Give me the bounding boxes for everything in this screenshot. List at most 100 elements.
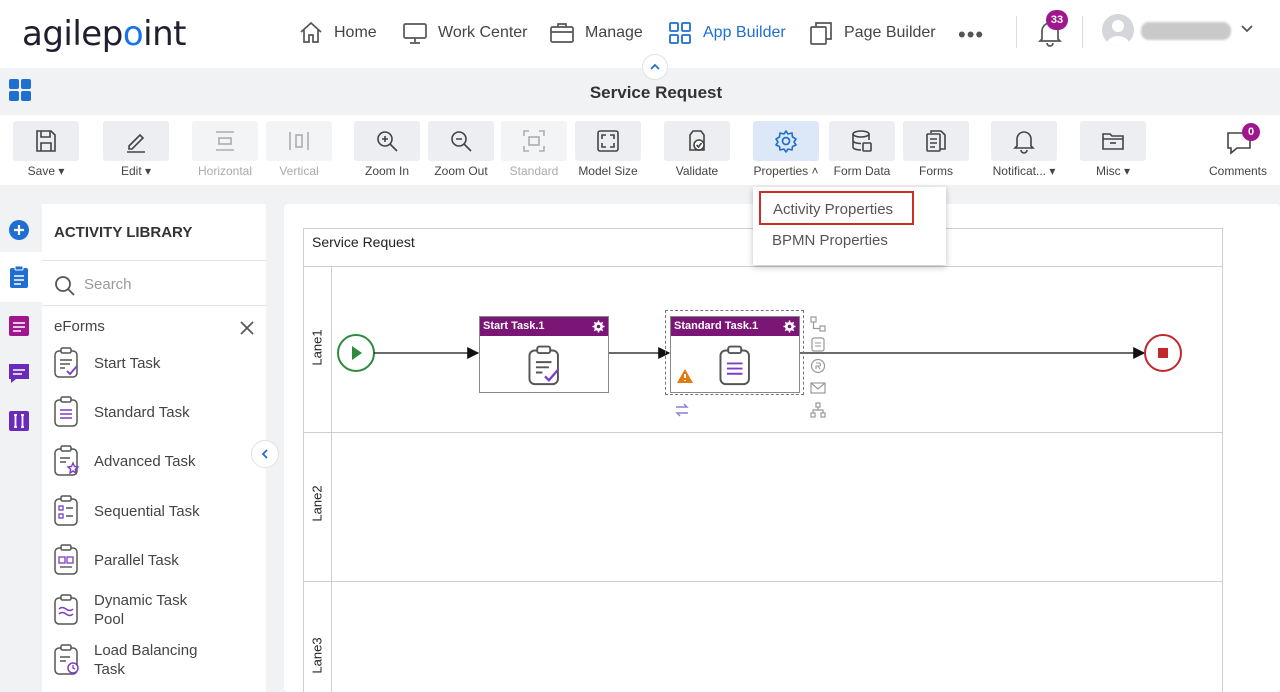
forms-button[interactable]: Forms <box>903 121 969 178</box>
vertical-button[interactable]: Vertical <box>266 121 332 178</box>
briefcase-icon <box>550 23 574 43</box>
more-menu-button[interactable]: ••• <box>958 22 984 48</box>
left-rail <box>0 204 42 692</box>
advanced-task-icon <box>54 445 80 476</box>
zoom-in-label: Zoom In <box>364 164 409 178</box>
start-task-icon <box>528 345 559 386</box>
dynamic-task-pool-icon <box>54 594 78 625</box>
edit-button[interactable]: Edit ▾ <box>103 121 169 178</box>
zoom-out-label: Zoom Out <box>434 164 488 178</box>
form-data-button[interactable]: Form Data <box>829 121 895 178</box>
swap-icon[interactable] <box>674 402 690 418</box>
nav-work-center[interactable]: Work Center <box>402 18 528 48</box>
search-input[interactable] <box>84 271 254 297</box>
lane-label-3[interactable]: Lane3 <box>310 626 325 686</box>
forms-label: Forms <box>919 164 953 178</box>
comments-badge: 0 <box>1242 123 1260 141</box>
standard-button[interactable]: Standard <box>501 121 567 178</box>
start-task-node[interactable]: Start Task.1 <box>479 316 609 393</box>
validate-label: Validate <box>675 164 719 178</box>
library-item-label: Standard Task <box>94 403 190 421</box>
library-item-label: Advanced Task <box>94 452 196 470</box>
rule-icon[interactable] <box>810 358 826 374</box>
collapse-header-button[interactable] <box>642 54 668 80</box>
library-item-sequential-task[interactable]: Sequential Task <box>52 494 262 528</box>
close-icon[interactable] <box>240 321 254 335</box>
library-item-standard-task[interactable]: Standard Task <box>52 395 262 429</box>
standard-task-icon <box>719 345 750 386</box>
misc-button[interactable]: Misc ▾ <box>1080 121 1146 178</box>
connector-icon[interactable] <box>810 316 826 332</box>
lane-label-1[interactable]: Lane1 <box>310 318 325 378</box>
library-item-label: Start Task <box>94 354 161 372</box>
add-circle-icon[interactable] <box>7 218 31 242</box>
library-item-parallel-task[interactable]: Parallel Task <box>52 543 262 577</box>
bpmn-properties-item[interactable]: BPMN Properties <box>772 232 888 249</box>
model-size-label: Model Size <box>578 164 638 178</box>
library-item-dynamic-task-pool[interactable]: Dynamic Task Pool <box>52 591 262 629</box>
chevron-left-icon <box>261 449 268 459</box>
start-task-icon <box>54 347 78 378</box>
end-event[interactable] <box>1144 334 1182 372</box>
notifications-button[interactable]: Notificat... ▾ <box>991 121 1057 178</box>
nav-manage[interactable]: Manage <box>549 18 643 48</box>
pool[interactable] <box>303 228 1223 692</box>
notification-badge: 33 <box>1046 10 1068 30</box>
lane-label-2[interactable]: Lane2 <box>310 474 325 534</box>
comments-button[interactable]: 0 Comments <box>1204 121 1272 178</box>
sequential-task-icon <box>54 495 78 526</box>
zoom-in-button[interactable]: Zoom In <box>354 121 420 178</box>
nav-manage-label: Manage <box>585 24 643 41</box>
misc-label: Misc <box>1095 164 1121 178</box>
collapse-library-button[interactable] <box>251 440 279 468</box>
validate-icon <box>689 130 705 151</box>
email-icon[interactable] <box>810 380 826 396</box>
search-icon <box>55 276 75 296</box>
nav-home[interactable]: Home <box>298 18 377 48</box>
nav-page-builder[interactable]: Page Builder <box>808 18 936 48</box>
zoom-out-button[interactable]: Zoom Out <box>428 121 494 178</box>
nav-divider <box>1016 16 1017 48</box>
lane-divider <box>303 266 1223 267</box>
validate-button[interactable]: Validate <box>664 121 730 178</box>
hierarchy-icon[interactable] <box>810 402 826 418</box>
library-item-start-task[interactable]: Start Task <box>52 346 262 380</box>
library-item-advanced-task[interactable]: Advanced Task <box>52 444 262 478</box>
nav-home-label: Home <box>334 24 377 41</box>
gear-icon <box>775 130 797 153</box>
standard-label: Standard <box>509 164 559 178</box>
pages-icon <box>810 22 832 45</box>
gear-icon[interactable] <box>592 320 605 333</box>
warning-icon[interactable] <box>676 368 694 384</box>
pencil-icon <box>127 133 145 153</box>
chat-icon[interactable] <box>7 361 31 385</box>
save-label: Save <box>27 164 55 178</box>
library-item-label: Sequential Task <box>94 502 200 520</box>
monitor-icon <box>403 23 427 44</box>
lane-divider <box>303 581 1223 582</box>
folder-icon <box>1102 133 1124 150</box>
clipboard-icon[interactable] <box>7 265 31 289</box>
activity-properties-item[interactable]: Activity Properties <box>759 191 914 225</box>
library-item-load-balancing-task[interactable]: Load Balancing Task <box>52 641 262 679</box>
horizontal-layout-icon <box>216 131 234 151</box>
start-event[interactable] <box>337 334 375 372</box>
forms-category-icon[interactable] <box>7 314 31 338</box>
user-name-redacted[interactable] <box>1141 22 1231 40</box>
gear-icon[interactable] <box>783 320 796 333</box>
model-size-button[interactable]: Model Size <box>575 121 641 178</box>
integration-icon[interactable] <box>7 409 31 433</box>
horizontal-button[interactable]: Horizontal <box>192 121 258 178</box>
properties-button[interactable]: Properties ˄ <box>753 121 819 178</box>
page-title: Service Request <box>589 83 723 102</box>
category-label[interactable]: eForms <box>54 318 105 335</box>
save-button[interactable]: Save ▾ <box>13 121 79 178</box>
nav-app-builder[interactable]: App Builder <box>667 18 786 48</box>
avatar[interactable] <box>1102 14 1134 46</box>
library-search <box>42 260 266 306</box>
agilepoint-logo[interactable]: agilepoint <box>22 14 186 54</box>
activity-library-title: ACTIVITY LIBRARY <box>54 224 193 241</box>
chevron-down-icon[interactable] <box>1240 22 1254 36</box>
task-append-icon[interactable] <box>810 336 826 352</box>
lane-divider <box>303 432 1223 433</box>
